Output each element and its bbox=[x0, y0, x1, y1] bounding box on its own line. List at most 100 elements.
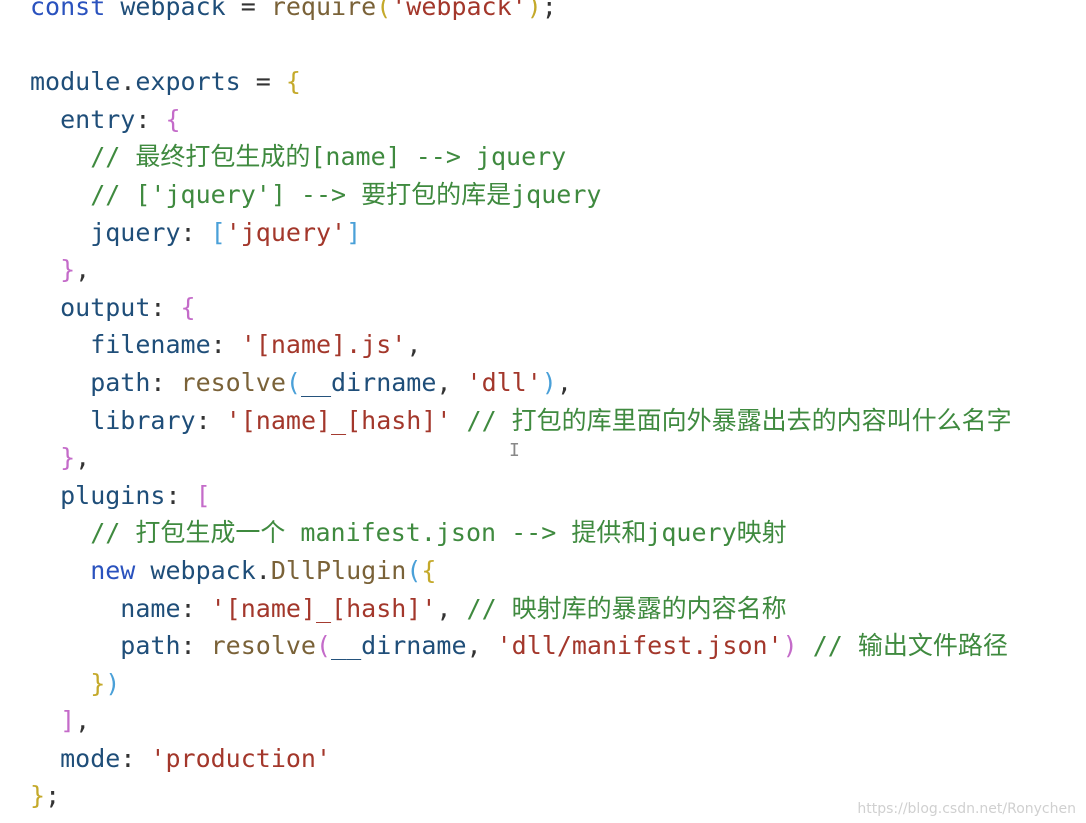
code-token: } bbox=[90, 668, 106, 698]
code-token: require bbox=[270, 0, 377, 21]
code-token: module bbox=[30, 67, 121, 97]
code-token: , bbox=[75, 443, 91, 473]
code-token: : bbox=[180, 631, 211, 661]
code-token: = bbox=[225, 0, 271, 21]
code-token: ] bbox=[346, 217, 362, 247]
code-line[interactable]: path: resolve(__dirname, 'dll/manifest.j… bbox=[30, 627, 1012, 665]
code-token: : bbox=[180, 593, 211, 623]
code-line[interactable]: ], bbox=[30, 702, 1012, 740]
code-line[interactable]: const webpack = require('webpack'); bbox=[30, 0, 1012, 26]
code-token: plugins bbox=[30, 480, 166, 510]
code-token: name bbox=[30, 593, 181, 623]
code-token: 'dll/manifest.json' bbox=[496, 631, 783, 661]
code-token: const bbox=[30, 0, 121, 21]
code-token: , bbox=[75, 706, 91, 736]
code-line[interactable]: output: { bbox=[30, 289, 1012, 327]
code-token: { bbox=[180, 292, 196, 322]
code-token: ( bbox=[315, 631, 332, 661]
code-token: // 打包生成一个 manifest.json --> 提供和jquery映射 bbox=[30, 518, 787, 548]
code-token: path bbox=[30, 367, 151, 397]
code-token: ( bbox=[406, 555, 422, 585]
code-token: '[name]_[hash]' bbox=[225, 405, 452, 435]
code-token: } bbox=[60, 255, 76, 285]
code-token: 'jquery' bbox=[225, 217, 347, 247]
code-token: } bbox=[60, 443, 76, 473]
code-token: ; bbox=[45, 781, 61, 811]
code-line[interactable]: }, bbox=[30, 251, 1012, 289]
code-token: : bbox=[165, 480, 196, 510]
code-line[interactable]: jquery: ['jquery'] bbox=[30, 214, 1012, 252]
code-token: 'dll' bbox=[466, 367, 542, 397]
code-token: // 打包的库里面向外暴露出去的内容叫什么名字 bbox=[451, 405, 1012, 435]
code-token: jquery bbox=[30, 217, 181, 247]
code-line[interactable]: }) bbox=[30, 665, 1012, 703]
code-token: filename bbox=[30, 330, 211, 360]
code-token: , bbox=[75, 255, 91, 285]
code-token: 'webpack' bbox=[391, 0, 527, 21]
code-token: ) bbox=[541, 367, 557, 397]
code-token: '[name].js' bbox=[240, 330, 407, 360]
code-token: . bbox=[255, 555, 271, 585]
code-token: { bbox=[165, 104, 181, 134]
code-token: entry bbox=[30, 104, 136, 134]
code-token: , bbox=[436, 367, 467, 397]
code-editor[interactable]: const webpack = require('webpack'); modul… bbox=[0, 0, 1086, 823]
code-token: : bbox=[180, 217, 211, 247]
code-token: ) bbox=[105, 668, 121, 698]
code-token: : bbox=[195, 405, 226, 435]
code-token: resolve bbox=[180, 367, 286, 397]
code-token: mode bbox=[30, 743, 121, 773]
code-line[interactable]: // 打包生成一个 manifest.json --> 提供和jquery映射 bbox=[30, 514, 1012, 552]
code-line[interactable]: entry: { bbox=[30, 101, 1012, 139]
code-token: : bbox=[210, 330, 241, 360]
code-line[interactable]: name: '[name]_[hash]', // 映射库的暴露的内容名称 bbox=[30, 590, 1012, 628]
code-token: 'production' bbox=[150, 743, 332, 773]
code-token: [ bbox=[210, 217, 226, 247]
code-token: , bbox=[406, 330, 422, 360]
code-token: : bbox=[150, 292, 181, 322]
code-line[interactable]: path: resolve(__dirname, 'dll'), bbox=[30, 364, 1012, 402]
code-token: ) bbox=[526, 0, 542, 21]
code-token: DllPlugin bbox=[270, 555, 407, 585]
code-token: // ['jquery'] --> 要打包的库是jquery bbox=[30, 179, 602, 209]
code-token: path bbox=[30, 631, 181, 661]
code-line[interactable]: filename: '[name].js', bbox=[30, 326, 1012, 364]
code-line[interactable]: library: '[name]_[hash]' // 打包的库里面向外暴露出去… bbox=[30, 402, 1012, 440]
code-token: // 最终打包生成的[name] --> jquery bbox=[30, 142, 567, 172]
code-token: { bbox=[285, 67, 301, 97]
code-token: exports bbox=[135, 67, 241, 97]
code-token: . bbox=[120, 67, 136, 97]
code-line[interactable]: new webpack.DllPlugin({ bbox=[30, 552, 1012, 590]
code-token: ( bbox=[285, 367, 301, 397]
code-token: , bbox=[466, 631, 497, 661]
code-token: __dirname bbox=[300, 367, 437, 397]
code-token: [ bbox=[195, 480, 211, 510]
code-token: = bbox=[240, 67, 286, 97]
code-line[interactable]: plugins: [ bbox=[30, 477, 1012, 515]
code-token: resolve bbox=[210, 631, 316, 661]
code-line[interactable]: module.exports = { bbox=[30, 63, 1012, 101]
code-token: webpack bbox=[150, 555, 256, 585]
code-line[interactable] bbox=[30, 26, 1012, 64]
watermark: https://blog.csdn.net/Ronychen bbox=[857, 801, 1076, 817]
code-token: __dirname bbox=[331, 631, 467, 661]
code-line[interactable]: // ['jquery'] --> 要打包的库是jquery bbox=[30, 176, 1012, 214]
code-line[interactable]: mode: 'production' bbox=[30, 740, 1012, 778]
code-token: webpack bbox=[120, 0, 226, 21]
code-token: , bbox=[436, 593, 467, 623]
code-token: { bbox=[421, 555, 437, 585]
code-token: ; bbox=[541, 0, 557, 21]
code-token: '[name]_[hash]' bbox=[210, 593, 437, 623]
code-token: // 映射库的暴露的内容名称 bbox=[466, 593, 787, 623]
code-token: ( bbox=[376, 0, 392, 21]
code-token: : bbox=[150, 367, 181, 397]
code-token: : bbox=[135, 104, 166, 134]
code-token: ] bbox=[60, 706, 76, 736]
code-token: , bbox=[556, 367, 572, 397]
code-line[interactable]: // 最终打包生成的[name] --> jquery bbox=[30, 138, 1012, 176]
text-cursor-icon: I bbox=[509, 440, 520, 461]
code-lines: const webpack = require('webpack'); modul… bbox=[30, 0, 1012, 815]
